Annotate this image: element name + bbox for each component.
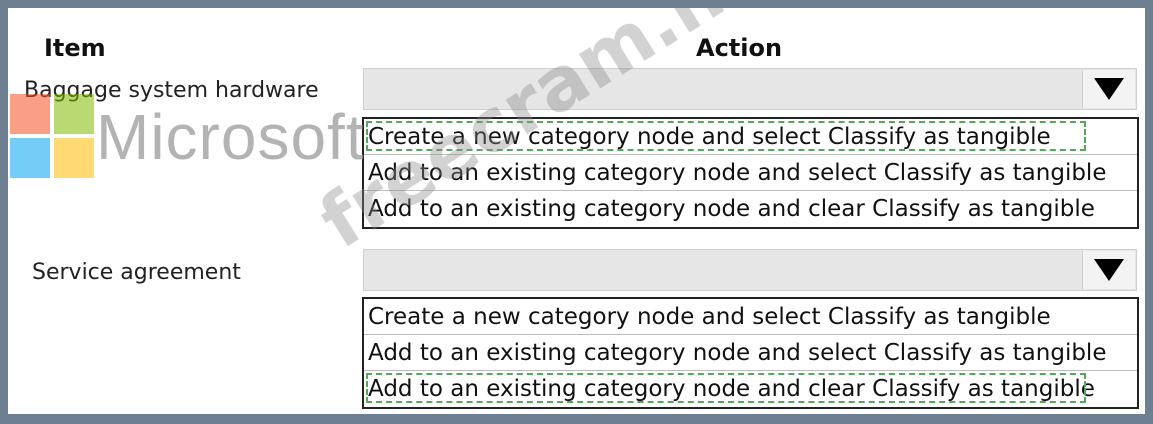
item-column-header: Item [44,34,106,62]
option-add-existing-select-tangible[interactable]: Add to an existing category node and sel… [364,335,1137,371]
option-add-existing-clear-tangible[interactable]: Add to an existing category node and cle… [364,191,1137,227]
option-create-new-select-tangible[interactable]: Create a new category node and select Cl… [364,299,1137,335]
item-label-service-agreement: Service agreement [32,260,241,285]
dropdown-1-arrow[interactable] [1082,70,1135,108]
triangle-down-icon [1094,78,1124,100]
triangle-down-icon [1094,259,1124,281]
dropdown-2-arrow[interactable] [1082,251,1135,289]
question-panel: Item Action Baggage system hardware Crea… [8,8,1145,414]
action-options-list-2: Create a new category node and select Cl… [362,297,1139,409]
microsoft-watermark: Microsoft [96,101,365,173]
option-add-existing-clear-tangible[interactable]: Add to an existing category node and cle… [364,371,1137,407]
action-dropdown-2[interactable] [363,249,1137,291]
